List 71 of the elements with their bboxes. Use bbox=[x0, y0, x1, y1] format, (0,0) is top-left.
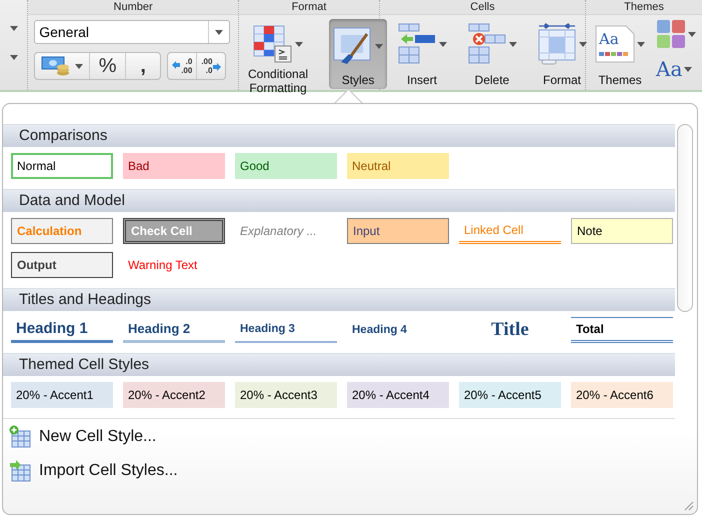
new-style-icon bbox=[9, 425, 33, 449]
group-title: Cells bbox=[380, 0, 585, 15]
delete-button[interactable]: Delete bbox=[464, 19, 520, 89]
cell-style-item[interactable]: Warning Text bbox=[123, 252, 225, 278]
number-format-field[interactable]: General bbox=[35, 21, 208, 43]
section-header: Titles and Headings bbox=[3, 288, 675, 311]
caret-icon bbox=[215, 30, 224, 34]
caret-icon bbox=[10, 26, 18, 31]
cell-style-item[interactable]: Good bbox=[235, 153, 337, 179]
increase-decimal-button[interactable]: .0 .00 bbox=[168, 53, 198, 79]
caret-icon bbox=[439, 42, 447, 46]
cell-style-item[interactable]: Output bbox=[11, 252, 113, 278]
decrease-decimal-button[interactable]: .00 .0 bbox=[197, 53, 226, 79]
cell-style-item[interactable]: 20% - Accent4 bbox=[347, 382, 449, 408]
delete-cells-icon bbox=[467, 22, 507, 66]
cell-style-item[interactable]: 20% - Accent3 bbox=[235, 382, 337, 408]
caret-icon bbox=[579, 42, 587, 46]
color-squares-icon bbox=[656, 19, 686, 49]
group-title: Number bbox=[28, 0, 238, 15]
themes-button[interactable]: Aa Themes bbox=[592, 19, 648, 89]
section-header: Comparisons bbox=[3, 124, 675, 147]
theme-fonts-button[interactable]: Aa bbox=[656, 57, 696, 81]
arrow-icon bbox=[172, 61, 180, 71]
cell-style-item[interactable]: Explanatory ... bbox=[235, 218, 337, 244]
conditional-formatting-button[interactable]: Conditional Formatting bbox=[245, 19, 312, 97]
arrow-icon bbox=[213, 61, 222, 71]
theme-colors-button[interactable] bbox=[656, 19, 696, 49]
caret-icon bbox=[688, 32, 696, 36]
format-button[interactable]: Format bbox=[534, 19, 590, 89]
themes-icon: Aa bbox=[595, 25, 635, 63]
cell-style-item[interactable]: Bad bbox=[123, 153, 225, 179]
caret-icon bbox=[684, 66, 692, 72]
caret-icon bbox=[10, 55, 18, 60]
caret-icon bbox=[75, 64, 84, 68]
cell-style-item[interactable]: Heading 1 bbox=[11, 317, 113, 343]
money-icon bbox=[41, 55, 72, 77]
import-style-button[interactable]: Import Cell Styles... bbox=[9, 459, 178, 483]
section-header: Data and Model bbox=[3, 189, 675, 212]
insert-button[interactable]: Insert bbox=[394, 19, 450, 89]
section-header: Themed Cell Styles bbox=[3, 353, 675, 376]
cell-style-item[interactable]: Heading 2 bbox=[123, 317, 225, 343]
percent-button[interactable]: % bbox=[90, 53, 126, 79]
cell-style-item[interactable]: Heading 3 bbox=[235, 317, 337, 343]
cell-style-item[interactable]: Note bbox=[571, 218, 673, 244]
cell-style-item[interactable]: Neutral bbox=[347, 153, 449, 179]
caret-icon bbox=[295, 42, 304, 46]
caret-icon bbox=[509, 42, 517, 46]
caret-icon bbox=[637, 42, 645, 46]
caret-icon bbox=[375, 44, 384, 48]
new-style-button[interactable]: New Cell Style... bbox=[9, 425, 156, 449]
import-style-icon bbox=[9, 459, 33, 483]
styles-button[interactable]: Styles bbox=[329, 19, 388, 89]
cell-style-item[interactable]: Total bbox=[571, 317, 673, 343]
cell-format-icon bbox=[537, 22, 577, 66]
cell-style-item[interactable]: Normal bbox=[11, 153, 113, 179]
cell-style-item[interactable]: 20% - Accent1 bbox=[11, 382, 113, 408]
cell-style-item[interactable]: 20% - Accent6 bbox=[571, 382, 673, 408]
cell-style-item[interactable]: Input bbox=[347, 218, 449, 244]
number-format-field[interactable]: General bbox=[34, 20, 230, 44]
resize-grip-icon[interactable] bbox=[684, 501, 694, 511]
cell-style-item[interactable]: 20% - Accent5 bbox=[459, 382, 561, 408]
group-title: Themes bbox=[586, 0, 702, 15]
cell-style-item[interactable]: Title bbox=[459, 317, 561, 343]
cell-style-item[interactable]: 20% - Accent2 bbox=[123, 382, 225, 408]
scrollbar-thumb[interactable] bbox=[677, 124, 693, 312]
paintbrush-table-icon bbox=[333, 26, 374, 66]
cell-style-item[interactable]: Heading 4 bbox=[347, 317, 449, 343]
insert-cells-icon bbox=[397, 22, 437, 66]
comma-button[interactable]: , bbox=[126, 53, 160, 79]
group-title: Format bbox=[239, 0, 379, 15]
conditional-formatting-icon bbox=[253, 24, 294, 64]
